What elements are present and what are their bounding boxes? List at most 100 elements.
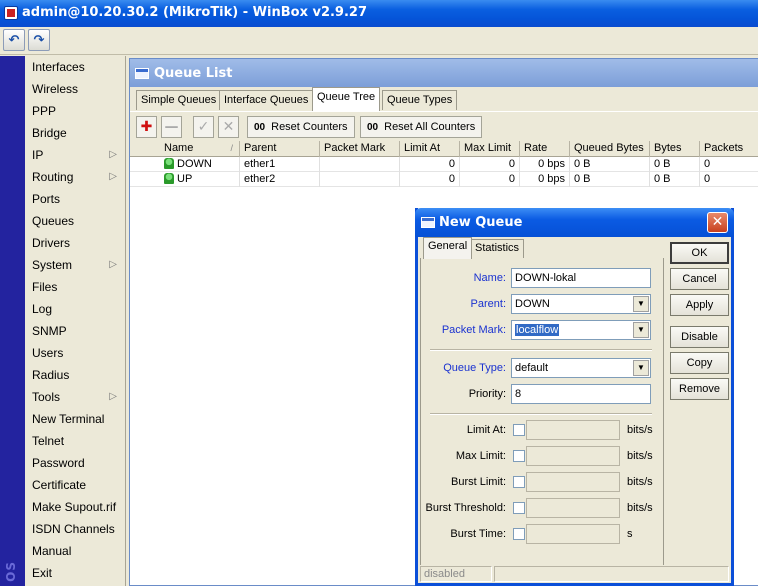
redo-icon[interactable]: ↷	[28, 29, 50, 51]
max-limit-unit: bits/s	[627, 450, 653, 462]
limit-at-field[interactable]	[526, 420, 620, 440]
sidebar-item-exit[interactable]: Exit	[25, 562, 125, 584]
enable-check-icon[interactable]: ✓	[193, 116, 214, 138]
cancel-button[interactable]: Cancel	[670, 268, 729, 290]
remove-icon[interactable]: —	[161, 116, 182, 138]
ok-button[interactable]: OK	[670, 242, 729, 264]
burst-limit-field[interactable]	[526, 472, 620, 492]
queue-name: UP	[177, 173, 193, 185]
chevron-down-icon[interactable]: ▼	[633, 360, 649, 376]
disable-cross-icon[interactable]: ✕	[218, 116, 239, 138]
sidebar-item-system[interactable]: System ▷	[25, 254, 125, 276]
cell-packet-mark	[320, 172, 400, 187]
queue-icon	[164, 173, 174, 184]
chevron-down-icon[interactable]: ▼	[633, 322, 649, 338]
limit-at-checkbox[interactable]	[513, 424, 525, 436]
burst-threshold-checkbox[interactable]	[513, 502, 525, 514]
column-header-packets[interactable]: Packets	[700, 141, 758, 157]
table-row[interactable]: DOWN ether1 0 0 0 bps 0 B 0 B 0	[130, 157, 758, 172]
sidebar-item-isdn-channels[interactable]: ISDN Channels	[25, 518, 125, 540]
tab-queue-tree[interactable]: Queue Tree	[312, 87, 381, 111]
sidebar-item-label: IP	[32, 148, 44, 162]
tab-interface-queues[interactable]: Interface Queues	[219, 90, 314, 110]
sidebar-item-make-supout[interactable]: Make Supout.rif	[25, 496, 125, 518]
sidebar-item-interfaces[interactable]: Interfaces	[25, 56, 125, 78]
remove-button[interactable]: Remove	[670, 378, 729, 400]
column-header-queued-bytes[interactable]: Queued Bytes	[570, 141, 650, 157]
sidebar-item-label: Radius	[32, 368, 70, 382]
add-icon[interactable]: ✚	[136, 116, 157, 138]
sidebar-item-manual[interactable]: Manual	[25, 540, 125, 562]
column-header-bytes[interactable]: Bytes	[650, 141, 700, 157]
apply-button[interactable]: Apply	[670, 294, 729, 316]
max-limit-field[interactable]	[526, 446, 620, 466]
queue-list-title: Queue List	[154, 66, 233, 81]
column-header-rate[interactable]: Rate	[520, 141, 570, 157]
queue-type-select[interactable]: default ▼	[511, 358, 651, 378]
sidebar-item-password[interactable]: Password	[25, 452, 125, 474]
sidebar-item-queues[interactable]: Queues	[25, 210, 125, 232]
cell-limit-at: 0	[400, 172, 460, 187]
sidebar-item-ports[interactable]: Ports	[25, 188, 125, 210]
sidebar-item-new-terminal[interactable]: New Terminal	[25, 408, 125, 430]
undo-icon[interactable]: ↶	[3, 29, 25, 51]
sidebar-item-users[interactable]: Users	[25, 342, 125, 364]
sidebar-item-label: Certificate	[32, 478, 87, 492]
sidebar-item-wireless[interactable]: Wireless	[25, 78, 125, 100]
brand-label: OS	[4, 561, 18, 582]
close-icon[interactable]: ✕	[707, 212, 728, 233]
sidebar-item-drivers[interactable]: Drivers	[25, 232, 125, 254]
sidebar-item-tools[interactable]: Tools ▷	[25, 386, 125, 408]
burst-time-checkbox[interactable]	[513, 528, 525, 540]
column-header-limit-at[interactable]: Limit At	[400, 141, 460, 157]
sidebar-item-ip[interactable]: IP ▷	[25, 144, 125, 166]
sidebar-item-label: Interfaces	[32, 60, 85, 74]
priority-field[interactable]: 8	[511, 384, 651, 404]
queue-list-titlebar[interactable]: Queue List	[130, 59, 758, 87]
parent-select[interactable]: DOWN ▼	[511, 294, 651, 314]
sidebar-item-telnet[interactable]: Telnet	[25, 430, 125, 452]
tab-queue-types[interactable]: Queue Types	[382, 90, 458, 110]
max-limit-checkbox[interactable]	[513, 450, 525, 462]
burst-threshold-label: Burst Threshold:	[425, 502, 506, 514]
column-header-parent[interactable]: Parent	[240, 141, 320, 157]
table-row[interactable]: UP ether2 0 0 0 bps 0 B 0 B 0	[130, 172, 758, 187]
cell-parent: ether2	[240, 172, 320, 187]
column-header-name[interactable]: Name /	[160, 141, 240, 157]
tab-simple-queues[interactable]: Simple Queues	[136, 90, 222, 110]
cell-rate: 0 bps	[520, 172, 570, 187]
disable-button[interactable]: Disable	[670, 326, 729, 348]
sidebar-item-ppp[interactable]: PPP	[25, 100, 125, 122]
chevron-down-icon[interactable]: ▼	[633, 296, 649, 312]
sidebar-item-label: Drivers	[32, 236, 70, 250]
column-header-max-limit[interactable]: Max Limit	[460, 141, 520, 157]
tab-statistics[interactable]: Statistics	[470, 239, 525, 258]
reset-counters-button[interactable]: 00 Reset Counters	[247, 116, 355, 138]
burst-limit-checkbox[interactable]	[513, 476, 525, 488]
dialog-statusbar: disabled	[418, 565, 731, 583]
packet-mark-select[interactable]: localflow ▼	[511, 320, 651, 340]
name-field[interactable]: DOWN-lokal	[511, 268, 651, 288]
burst-threshold-field[interactable]	[526, 498, 620, 518]
burst-time-field[interactable]	[526, 524, 620, 544]
sidebar-menu: Interfaces Wireless PPP Bridge IP ▷ Routi…	[25, 56, 126, 586]
parent-label: Parent:	[470, 298, 506, 310]
new-queue-titlebar[interactable]: New Queue ✕	[415, 208, 734, 237]
divider	[430, 349, 652, 351]
cell-parent: ether1	[240, 157, 320, 172]
sidebar-item-certificate[interactable]: Certificate	[25, 474, 125, 496]
tab-general[interactable]: General	[423, 237, 473, 259]
sidebar-item-files[interactable]: Files	[25, 276, 125, 298]
sidebar-item-log[interactable]: Log	[25, 298, 125, 320]
copy-button[interactable]: Copy	[670, 352, 729, 374]
sidebar-item-snmp[interactable]: SNMP	[25, 320, 125, 342]
sidebar-item-label: Telnet	[32, 434, 65, 448]
name-label: Name:	[473, 272, 506, 284]
sidebar-item-routing[interactable]: Routing ▷	[25, 166, 125, 188]
packet-mark-value: localflow	[515, 324, 560, 336]
sidebar-item-bridge[interactable]: Bridge	[25, 122, 125, 144]
cell-packets: 0	[700, 157, 758, 172]
reset-all-counters-button[interactable]: 00 Reset All Counters	[360, 116, 483, 138]
sidebar-item-radius[interactable]: Radius	[25, 364, 125, 386]
column-header-packet-mark[interactable]: Packet Mark	[320, 141, 400, 157]
